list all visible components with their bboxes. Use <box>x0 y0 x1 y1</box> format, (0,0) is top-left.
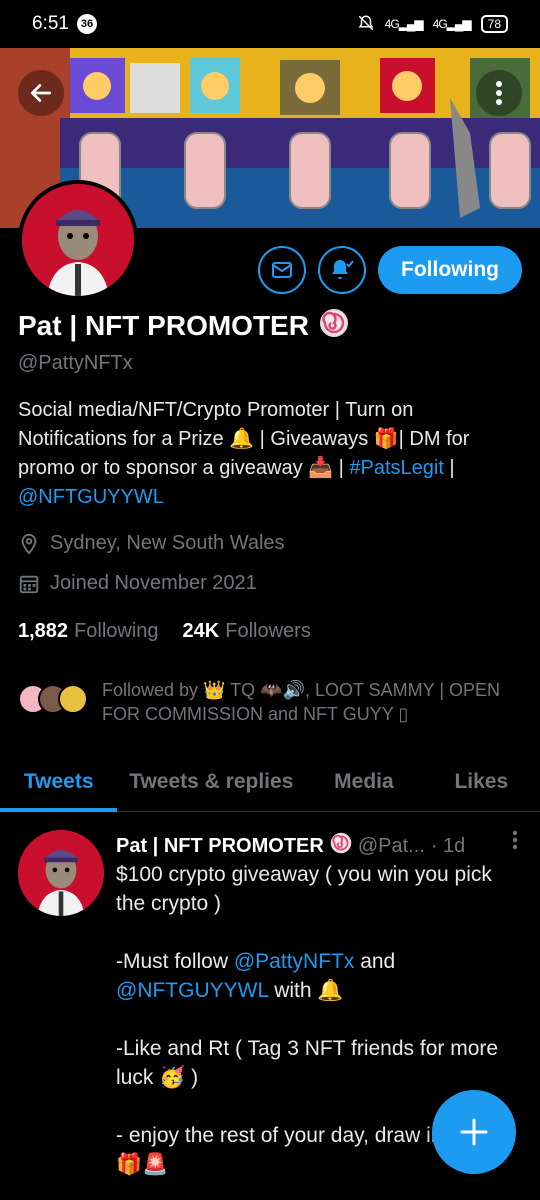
profile-bio: Social media/NFT/Crypto Promoter | Turn … <box>18 396 523 512</box>
status-time: 6:51 <box>32 13 69 34</box>
mute-icon <box>357 14 375 35</box>
bio-separator: | <box>443 457 455 479</box>
swirl-badge-icon <box>330 832 352 860</box>
message-button[interactable] <box>258 246 306 294</box>
battery-icon: 78 <box>480 15 508 33</box>
bell-check-icon <box>332 260 354 279</box>
compose-tweet-button[interactable] <box>432 1090 516 1174</box>
following-count-link[interactable]: 1,882 Following <box>18 620 159 643</box>
tweet-author-name[interactable]: Pat | NFT PROMOTER <box>116 835 324 858</box>
tweet-timestamp: · 1d <box>430 834 466 857</box>
profile-handle: @PattyNFTx <box>18 352 133 374</box>
profile-name-row: Pat | NFT PROMOTER <box>18 308 349 343</box>
tab-media[interactable]: Media <box>305 752 422 811</box>
avatar <box>58 684 88 714</box>
status-indicators: 4G▂▄▆ 4G▂▄▆ 78 <box>357 14 508 35</box>
location-pin-icon <box>21 533 37 555</box>
signal-icon-2: 4G▂▄▆ <box>432 17 472 31</box>
tweet-header: Pat | NFT PROMOTER @Pat... · 1d <box>116 832 516 860</box>
envelope-icon <box>272 262 292 278</box>
notifications-button[interactable] <box>318 246 366 294</box>
mention-link[interactable]: @PattyNFTx <box>234 950 355 973</box>
follow-counts: 1,882 Following 24K Followers <box>18 620 311 643</box>
calendar-icon <box>19 575 39 593</box>
followed-by-avatars <box>18 684 88 714</box>
notification-count-badge: 36 <box>76 14 97 34</box>
tab-tweets[interactable]: Tweets <box>0 752 118 812</box>
back-arrow-icon[interactable] <box>18 70 64 116</box>
tab-likes[interactable]: Likes <box>423 752 540 811</box>
tweet-line: $100 crypto giveaway ( you win you pick … <box>116 863 492 915</box>
swirl-badge-icon <box>319 308 349 343</box>
bio-hashtag-link[interactable]: #PatsLegit <box>349 457 444 479</box>
tweet-author-handle: @Pat... <box>357 834 425 857</box>
tweet-line: -Like and Rt ( Tag 3 NFT friends for mor… <box>116 1037 499 1089</box>
mention-link[interactable]: @NFTGUYYWL <box>116 979 268 1002</box>
followers-count-link[interactable]: 24K Followers <box>183 620 311 643</box>
followed-by-text: Followed by 👑 TQ 🦇🔊, LOOT SAMMY | OPEN F… <box>102 680 501 724</box>
following-button[interactable]: Following <box>378 246 522 294</box>
joined-text: Joined November 2021 <box>50 572 257 594</box>
plus-icon <box>460 1118 488 1146</box>
followed-by[interactable]: Followed by 👑 TQ 🦇🔊, LOOT SAMMY | OPEN F… <box>18 678 528 726</box>
more-options-icon[interactable] <box>512 830 518 856</box>
bio-mention-link[interactable]: @NFTGUYYWL <box>18 486 164 508</box>
location-text: Sydney, New South Wales <box>50 532 285 554</box>
more-options-icon[interactable] <box>476 70 522 116</box>
tweet-line: -Must follow @PattyNFTx and @NFTGUYYWL w… <box>116 950 396 1002</box>
profile-tabs: Tweets Tweets & replies Media Likes <box>0 752 540 812</box>
profile-location: Sydney, New South Wales <box>18 532 285 555</box>
signal-icon: 4G▂▄▆ <box>384 17 424 31</box>
display-name: Pat | NFT PROMOTER <box>18 309 309 341</box>
profile-avatar[interactable] <box>18 180 138 300</box>
profile-joined: Joined November 2021 <box>18 572 257 595</box>
tab-tweets-and-replies[interactable]: Tweets & replies <box>117 752 305 811</box>
status-bar: 6:51 36 4G▂▄▆ 4G▂▄▆ 78 <box>0 0 540 48</box>
avatar[interactable] <box>18 830 104 916</box>
